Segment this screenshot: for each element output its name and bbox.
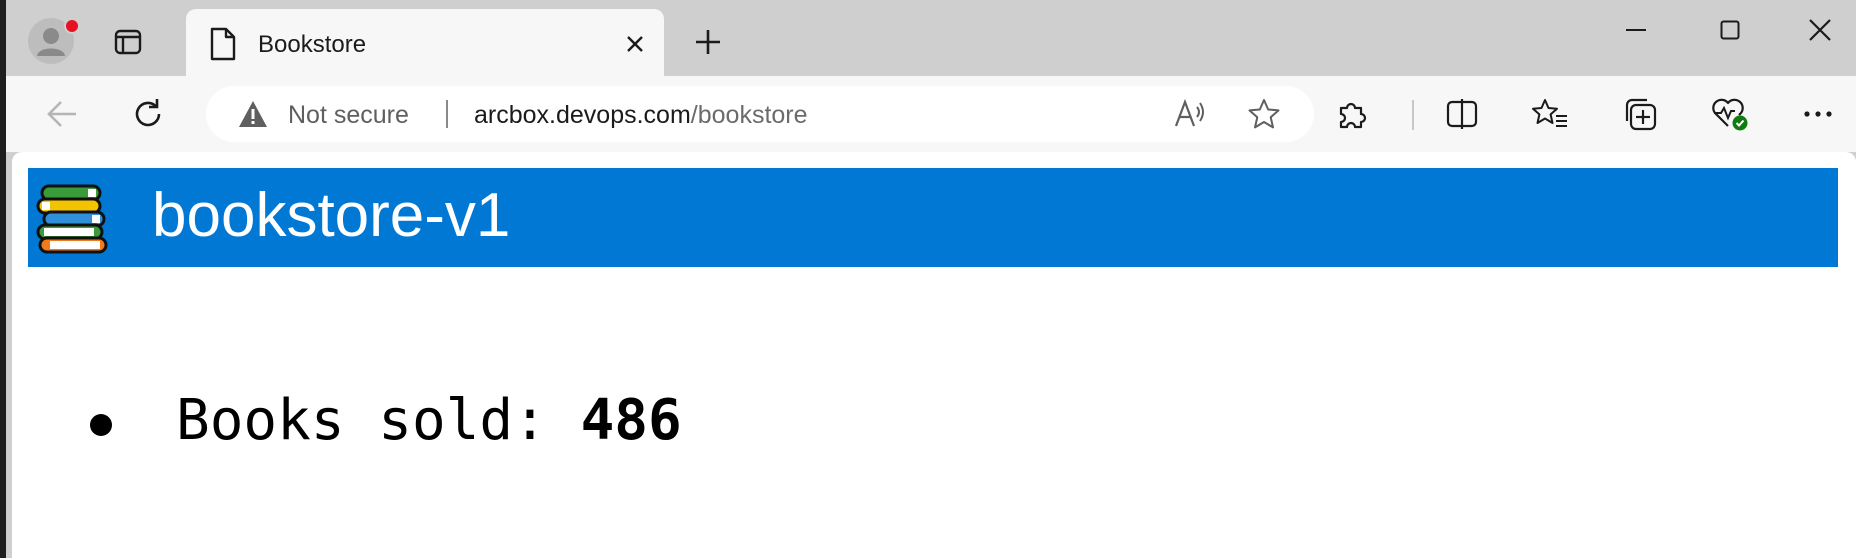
back-arrow-icon	[47, 101, 76, 127]
page-icon	[210, 27, 236, 61]
warning-icon	[239, 101, 267, 127]
url-host: arcbox.devops.com	[474, 101, 691, 129]
tab-actions-icon	[114, 29, 142, 55]
books-stack-icon	[36, 184, 108, 254]
tab-bookstore[interactable]: Bookstore	[186, 9, 664, 76]
stats-list: Books sold: 486	[72, 388, 682, 453]
stat-label: Books sold:	[176, 388, 581, 453]
browser-window: Bookstore Not secure arcbox.devops.com/b…	[0, 0, 1856, 558]
collections-button[interactable]	[1618, 92, 1662, 136]
stat-value: 486	[580, 388, 682, 453]
maximize-button[interactable]	[1700, 8, 1760, 52]
window-edge	[0, 0, 6, 558]
close-window-button[interactable]	[1790, 8, 1850, 52]
page-title: bookstore-v1	[152, 181, 511, 250]
read-aloud-icon	[1174, 99, 1204, 127]
maximize-icon	[1720, 20, 1740, 40]
more-icon	[1804, 111, 1832, 117]
address-bar[interactable]: Not secure arcbox.devops.com/bookstore	[206, 86, 1314, 142]
extensions-button[interactable]	[1330, 92, 1374, 136]
star-icon	[1248, 99, 1280, 129]
refresh-icon	[135, 99, 161, 127]
profile-notification-badge	[64, 18, 80, 34]
security-status-label[interactable]: Not secure	[288, 101, 409, 130]
close-icon	[1809, 19, 1831, 41]
page-viewport: bookstore-v1 Books sold: 486	[12, 152, 1856, 558]
refresh-button[interactable]	[126, 92, 170, 136]
read-aloud-button[interactable]	[1172, 96, 1208, 132]
more-button[interactable]	[1796, 92, 1840, 136]
tab-close-button[interactable]	[618, 27, 652, 61]
browser-essentials-button[interactable]	[1708, 92, 1752, 136]
favorite-button[interactable]	[1246, 96, 1282, 132]
collections-icon	[1625, 98, 1657, 131]
plus-icon	[696, 30, 720, 54]
page-banner: bookstore-v1	[28, 168, 1838, 267]
split-screen-button[interactable]	[1440, 92, 1484, 136]
puzzle-icon	[1339, 102, 1367, 129]
new-tab-button[interactable]	[688, 22, 728, 62]
tab-strip: Bookstore	[6, 0, 1856, 76]
bullet-icon	[90, 414, 112, 436]
close-icon	[627, 36, 643, 52]
minimize-button[interactable]	[1606, 8, 1666, 52]
favorites-button[interactable]	[1528, 92, 1572, 136]
back-button[interactable]	[40, 92, 84, 136]
address-separator	[446, 100, 448, 128]
toolbar-divider	[1412, 100, 1414, 130]
split-screen-icon	[1446, 99, 1478, 129]
heart-pulse-icon	[1712, 98, 1748, 131]
tab-title: Bookstore	[258, 31, 367, 58]
list-item: Books sold: 486	[72, 388, 682, 453]
navigation-toolbar: Not secure arcbox.devops.com/bookstore	[6, 76, 1856, 152]
url-text[interactable]: arcbox.devops.com/bookstore	[474, 101, 808, 130]
minimize-icon	[1626, 29, 1646, 31]
tab-actions-button[interactable]	[110, 24, 146, 60]
url-path: /bookstore	[690, 101, 808, 129]
favorites-icon	[1532, 99, 1567, 127]
